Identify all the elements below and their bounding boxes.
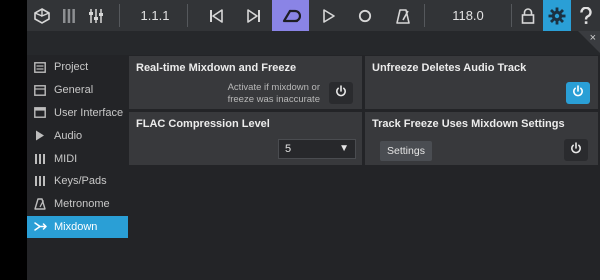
- preferences-sidebar: Project General User Interface Audio MID…: [27, 56, 128, 239]
- flac-compression-title: FLAC Compression Level: [136, 118, 270, 130]
- help-icon[interactable]: [574, 0, 598, 31]
- hint-line: Activate if mixdown or: [227, 82, 320, 93]
- toolbar-separator: [119, 4, 120, 27]
- skip-forward-icon[interactable]: [241, 0, 267, 31]
- realtime-mixdown-hint: Activate if mixdown or freeze was inaccu…: [228, 82, 320, 106]
- mixer-icon[interactable]: [57, 0, 81, 31]
- lock-icon[interactable]: [515, 0, 541, 31]
- sidebar-item-general[interactable]: General: [27, 79, 128, 102]
- sidebar-item-label: Keys/Pads: [54, 175, 107, 188]
- sidebar-item-metronome[interactable]: Metronome: [27, 193, 128, 216]
- flac-level-value: 5: [285, 143, 292, 155]
- loop-button[interactable]: [272, 0, 309, 31]
- loop-icon: [281, 8, 301, 24]
- sidebar-item-label: Mixdown: [54, 220, 98, 233]
- toolbar-separator: [511, 4, 512, 27]
- left-edge: [0, 0, 27, 280]
- midi-icon: [33, 152, 47, 166]
- tempo-display[interactable]: 118.0: [445, 0, 491, 31]
- flac-level-select[interactable]: 5 ▼: [278, 139, 356, 159]
- track-freeze-card: Track Freeze Uses Mixdown Settings Setti…: [365, 112, 598, 165]
- metronome-icon[interactable]: [390, 0, 416, 31]
- flac-compression-card: FLAC Compression Level 5 ▼: [129, 112, 362, 165]
- close-icon: ×: [589, 32, 596, 44]
- unfreeze-deletes-toggle[interactable]: [566, 82, 590, 104]
- sidebar-item-project[interactable]: Project: [27, 56, 128, 79]
- sidebar-item-label: Audio: [54, 129, 83, 142]
- transport-toolbar: 1.1.1 118.0: [27, 0, 600, 31]
- toolbar-separator: [187, 4, 188, 27]
- panel-header-band: [27, 31, 600, 55]
- sidebar-item-mixdown[interactable]: Mixdown: [27, 215, 128, 239]
- logo-icon[interactable]: [29, 0, 55, 31]
- skip-back-icon[interactable]: [203, 0, 229, 31]
- audio-icon: [33, 129, 47, 143]
- realtime-mixdown-toggle[interactable]: [329, 82, 353, 104]
- track-freeze-title: Track Freeze Uses Mixdown Settings: [372, 118, 565, 130]
- record-icon[interactable]: [352, 0, 378, 31]
- play-icon[interactable]: [316, 0, 342, 31]
- metronome-icon: [33, 197, 47, 211]
- realtime-mixdown-card: Real-time Mixdown and Freeze Activate if…: [129, 56, 362, 109]
- project-icon: [33, 60, 47, 74]
- mixdown-icon: [33, 220, 47, 234]
- chevron-down-icon: ▼: [339, 143, 349, 154]
- user-interface-icon: [33, 106, 47, 120]
- sidebar-item-audio[interactable]: Audio: [27, 124, 128, 147]
- unfreeze-deletes-title: Unfreeze Deletes Audio Track: [372, 62, 527, 74]
- sidebar-item-keys-pads[interactable]: Keys/Pads: [27, 170, 128, 193]
- sidebar-item-label: User Interface: [54, 106, 124, 119]
- keys-pads-icon: [33, 174, 47, 188]
- track-freeze-toggle[interactable]: [564, 139, 588, 161]
- sidebar-item-label: Project: [54, 61, 89, 74]
- power-icon: [570, 141, 582, 159]
- toolbar-separator: [424, 4, 425, 27]
- general-icon: [33, 83, 47, 97]
- settings-button[interactable]: [543, 0, 571, 31]
- mixdown-settings-button[interactable]: Settings: [380, 141, 432, 161]
- hint-line: freeze was inaccurate: [227, 94, 320, 105]
- sidebar-item-user-interface[interactable]: User Interface: [27, 102, 128, 125]
- sidebar-item-label: Metronome: [54, 198, 110, 211]
- sidebar-item-label: MIDI: [54, 152, 78, 165]
- unfreeze-deletes-card: Unfreeze Deletes Audio Track: [365, 56, 598, 109]
- gear-icon: [548, 7, 566, 25]
- position-display[interactable]: 1.1.1: [135, 0, 175, 31]
- fader-icon[interactable]: [83, 0, 109, 31]
- realtime-mixdown-title: Real-time Mixdown and Freeze: [136, 62, 297, 74]
- sidebar-item-label: General: [54, 84, 94, 97]
- power-icon: [335, 84, 347, 102]
- sidebar-item-midi[interactable]: MIDI: [27, 147, 128, 170]
- close-button[interactable]: ×: [578, 31, 600, 53]
- power-icon: [572, 84, 584, 102]
